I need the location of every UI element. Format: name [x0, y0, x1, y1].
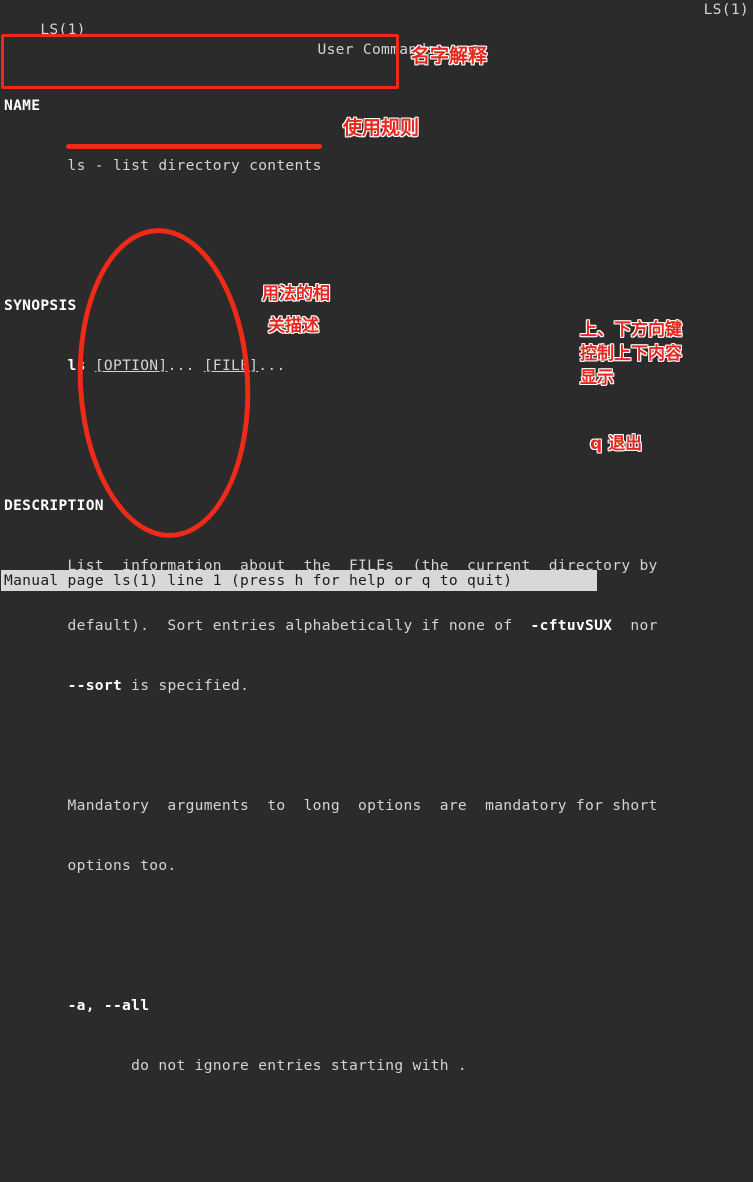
synopsis-option-token: [OPTION]	[94, 357, 168, 374]
pager-status-bar[interactable]: Manual page ls(1) line 1 (press h for he…	[1, 570, 597, 591]
synopsis-indent	[4, 357, 68, 374]
option-desc-all: do not ignore entries starting with .	[4, 1057, 467, 1074]
option-flag-all: -a, --all	[4, 996, 658, 1016]
section-heading-name: NAME	[4, 97, 41, 114]
desc-flag-cftuvsux: -cftuvSUX	[530, 617, 613, 634]
desc-line-2-a: default). Sort entries alphabetically if…	[4, 617, 531, 634]
section-heading-description: DESCRIPTION	[4, 497, 104, 514]
synopsis-dots-1: ...	[167, 357, 204, 374]
synopsis-file-token: [FILE]	[203, 357, 259, 374]
synopsis-dots-2: ...	[258, 357, 286, 374]
man-page-body: NAME ls - list directory contents SYNOPS…	[4, 36, 658, 1182]
section-heading-synopsis: SYNOPSIS	[4, 297, 77, 314]
desc-line-3: --sort is specified.	[4, 676, 658, 696]
name-body-line: ls - list directory contents	[4, 157, 322, 174]
terminal-screen[interactable]: LS(1) User Commands LS(1) NAME ls - list…	[0, 0, 753, 1074]
desc-flag-sort: --sort	[67, 677, 123, 694]
desc-line-3-c: is specified.	[122, 677, 250, 694]
man-header-right: LS(1)	[703, 1, 749, 18]
desc-line-2: default). Sort entries alphabetically if…	[4, 616, 658, 636]
desc-line-3-a	[4, 677, 68, 694]
desc-line-5: options too.	[4, 857, 177, 874]
desc-line-2-c: nor	[612, 617, 658, 634]
desc-line-4: Mandatory arguments to long options are …	[4, 797, 658, 814]
synopsis-command: ls	[67, 357, 86, 374]
man-page-header: LS(1) User Commands LS(1)	[4, 0, 749, 58]
synopsis-body-line: ls [OPTION]... [FILE]...	[4, 356, 658, 376]
option-indent-1	[4, 997, 68, 1014]
